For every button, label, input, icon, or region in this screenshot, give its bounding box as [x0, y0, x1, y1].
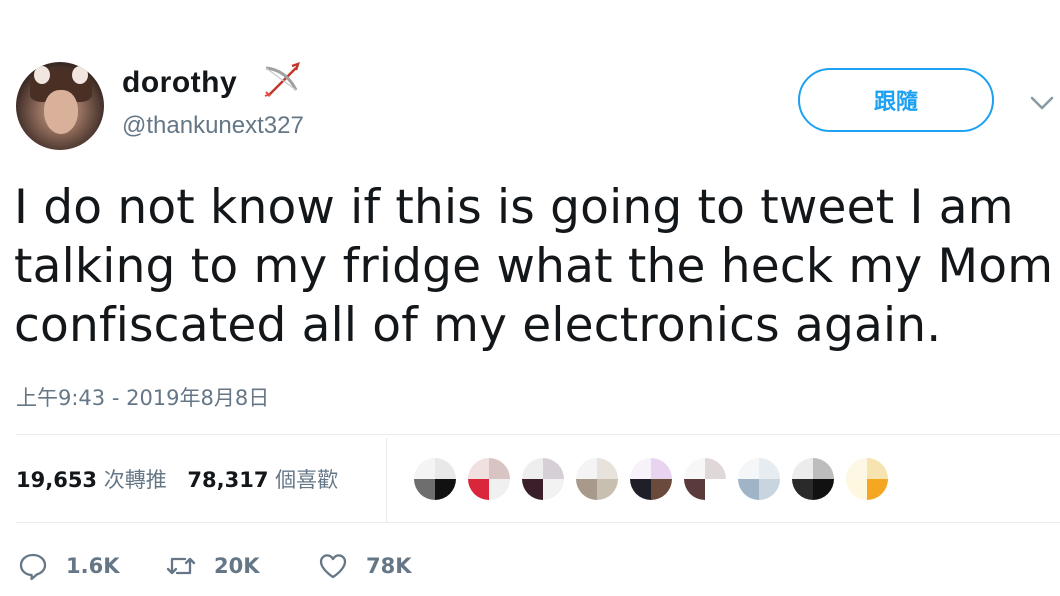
avatar-ear-right [72, 66, 88, 84]
liker-avatar-pixel [684, 479, 705, 500]
like-count: 78K [366, 554, 412, 578]
reply-count: 1.6K [66, 554, 120, 578]
liker-avatar-pixel [867, 458, 888, 479]
reply-icon [19, 553, 47, 581]
tweet-stats: 19,653 次轉推 78,317 個喜歡 [16, 464, 338, 494]
liker-avatar-pixel [522, 458, 543, 479]
liker-avatar-pixel [705, 458, 726, 479]
follow-button[interactable]: 跟隨 [798, 68, 994, 132]
tweet-text: I do not know if this is going to tweet … [14, 180, 1054, 353]
tweet-timestamp[interactable]: 上午9:43 - 2019年8月8日 [16, 382, 269, 412]
liker-avatar-pixel [435, 479, 456, 500]
reply-button[interactable]: 1.6K [18, 546, 119, 586]
liker-avatar-pixel [597, 479, 618, 500]
liker-avatar[interactable] [412, 456, 458, 502]
avatar-ear-left [34, 66, 50, 84]
liker-avatar[interactable] [736, 456, 782, 502]
liker-avatar[interactable] [628, 456, 674, 502]
liker-avatar-pixel [738, 479, 759, 500]
liker-avatar-pixel [576, 458, 597, 479]
retweets-count[interactable]: 19,653 [16, 468, 97, 492]
liker-avatar-pixel [522, 479, 543, 500]
liker-avatar-pixel [414, 479, 435, 500]
liker-avatar[interactable] [682, 456, 728, 502]
liker-avatar-pixel [630, 458, 651, 479]
bow-and-arrow-icon [264, 62, 300, 97]
liker-avatar[interactable] [466, 456, 512, 502]
liker-avatar-pixel [489, 458, 510, 479]
liker-avatar-pixel [543, 479, 564, 500]
liker-avatar-pixel [468, 479, 489, 500]
liker-avatar-pixel [813, 479, 834, 500]
liker-avatar-pixel [813, 458, 834, 479]
liker-avatar-pixel [846, 479, 867, 500]
liker-avatar-pixel [414, 458, 435, 479]
liker-avatar[interactable] [844, 456, 890, 502]
tweet-actions: 1.6K 20K 78K [18, 546, 618, 586]
liker-avatar-pixel [759, 458, 780, 479]
liker-avatar[interactable] [574, 456, 620, 502]
liker-avatar-pixel [846, 458, 867, 479]
liker-avatar-pixel [468, 458, 489, 479]
liker-avatar-pixel [651, 479, 672, 500]
avatar[interactable] [16, 62, 104, 150]
liker-avatar-pixel [630, 479, 651, 500]
liker-avatar-pixel [576, 479, 597, 500]
divider [16, 522, 1060, 523]
liker-avatar-pixel [651, 458, 672, 479]
retweets-label[interactable]: 次轉推 [104, 468, 167, 492]
liker-avatar-pixel [684, 458, 705, 479]
liker-avatar[interactable] [520, 456, 566, 502]
liker-avatar[interactable] [790, 456, 836, 502]
retweet-button[interactable]: 20K [166, 546, 260, 586]
liker-avatar-pixel [738, 458, 759, 479]
heart-icon [319, 554, 347, 579]
likes-count[interactable]: 78,317 [187, 468, 268, 492]
liker-avatar-pixel [543, 458, 564, 479]
tweet-card: dorothy @thankunext327 跟隨 I do not know … [0, 0, 1060, 596]
retweet-icon [166, 557, 196, 575]
liker-avatar-pixel [867, 479, 888, 500]
liker-avatar-pixel [705, 479, 726, 500]
stats-divider [386, 438, 387, 522]
like-button[interactable]: 78K [318, 546, 412, 586]
retweet-count: 20K [214, 554, 260, 578]
liker-avatar-pixel [489, 479, 510, 500]
liker-avatar-pixel [792, 458, 813, 479]
liker-avatar-pixel [597, 458, 618, 479]
liker-avatar-pixel [759, 479, 780, 500]
user-handle[interactable]: @thankunext327 [122, 112, 304, 140]
display-name[interactable]: dorothy [122, 66, 237, 100]
divider [16, 434, 1060, 435]
liker-avatar-pixel [435, 458, 456, 479]
likes-label[interactable]: 個喜歡 [275, 468, 338, 492]
chevron-down-icon[interactable] [1028, 92, 1056, 114]
avatar-face [44, 90, 78, 134]
liker-avatar-pixel [792, 479, 813, 500]
